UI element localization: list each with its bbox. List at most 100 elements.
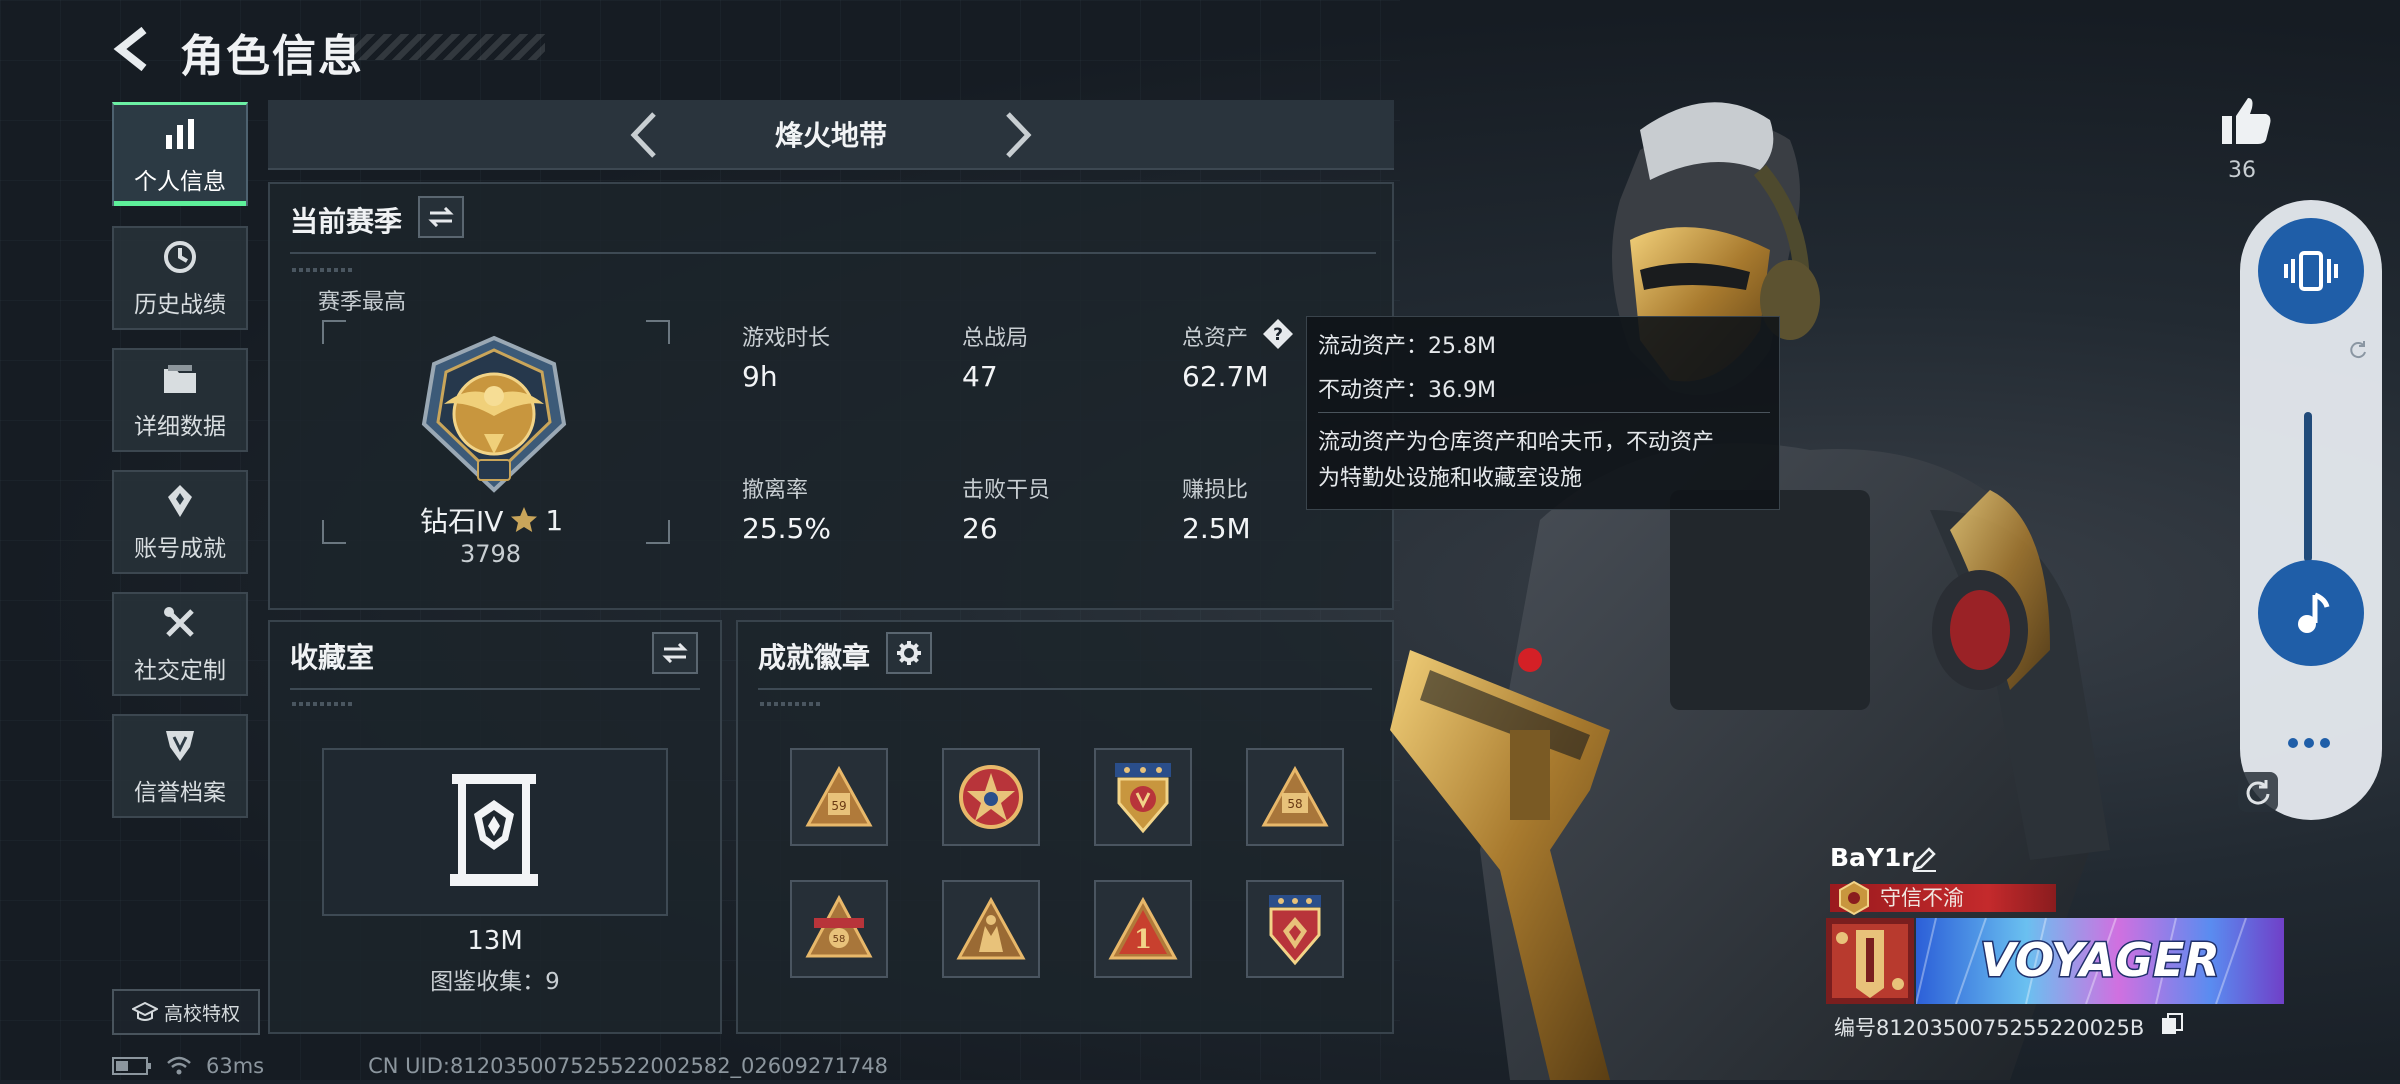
stat-label-total-matches: 总战局 [962, 326, 1029, 351]
dot [2288, 738, 2298, 748]
collection-divider [290, 688, 700, 690]
stat-value-extraction-rate: 25.5% [742, 512, 831, 545]
frame-corner [646, 520, 670, 544]
collection-catalog: 图鉴收集：9 [430, 969, 560, 995]
stat-label-extraction-rate: 撤离率 [742, 478, 809, 503]
triangle-badge-icon: 58 [805, 894, 873, 958]
svg-text:59: 59 [831, 799, 846, 813]
player-uid: CN UID:812035007525522002582_02609271748 [368, 1054, 889, 1078]
nav-personal-info[interactable]: 个人信息 [112, 102, 248, 206]
player-avatar-frame [1826, 918, 1914, 1004]
stat-value-operators-defeated: 26 [962, 512, 998, 545]
svg-text:?: ? [1273, 325, 1283, 345]
rank-score: 3798 [460, 540, 522, 568]
tooltip-fixed-assets: 不动资产：36.9M [1318, 378, 1496, 403]
back-arrow-icon [113, 26, 147, 72]
player-id: 编号8120350075255220025B [1834, 1016, 2145, 1040]
collection-title: 收藏室 [290, 641, 375, 674]
nav-detailed-data[interactable]: 详细数据 [112, 348, 248, 452]
decor-dash [760, 702, 820, 706]
battery-icon [112, 1057, 151, 1075]
triangle-badge-icon: 59 [805, 765, 873, 827]
badge-tile[interactable] [942, 880, 1040, 978]
vibrate-icon [2284, 251, 2338, 291]
rank-emblem [414, 334, 574, 494]
volume-slider-track[interactable] [2304, 412, 2312, 562]
achievement-icon [160, 481, 200, 521]
tooltip-description-line2: 为特勤处设施和收藏室设施 [1318, 466, 1583, 491]
nav-label: 账号成就 [134, 536, 226, 562]
page-title: 角色信息 [180, 31, 364, 82]
corner-refresh-icon [2348, 340, 2368, 360]
frame-corner [322, 320, 346, 344]
honor-title: 守信不渝 [1880, 886, 1964, 910]
back-button[interactable] [108, 24, 158, 74]
stat-value-playtime: 9h [742, 360, 778, 393]
badge-tile[interactable] [1094, 748, 1192, 846]
badge-tile[interactable]: 58 [790, 880, 888, 978]
vibrate-button[interactable] [2258, 218, 2364, 324]
bar-chart-icon [160, 114, 200, 154]
svg-text:58: 58 [1287, 797, 1302, 811]
badge-tile[interactable] [942, 748, 1040, 846]
copy-icon [2162, 1013, 2183, 1034]
decor-dash [292, 268, 352, 272]
music-button[interactable] [2258, 560, 2364, 666]
mode-name: 烽火地带 [774, 119, 887, 152]
stat-label-profit-ratio: 赚损比 [1182, 478, 1249, 503]
like-button[interactable] [2220, 96, 2272, 146]
mode-prev-button[interactable] [624, 110, 664, 160]
rotate-icon [2246, 780, 2270, 805]
badge-tile[interactable]: 58 [1246, 748, 1344, 846]
badge-tile[interactable]: 1 [1094, 880, 1192, 978]
honor-emblem-icon [1836, 880, 1872, 916]
title-decoration [350, 34, 545, 60]
chevron-left-icon [630, 112, 656, 158]
wifi-icon [167, 1056, 191, 1075]
nav-label: 信誉档案 [134, 780, 226, 806]
dot [2304, 738, 2314, 748]
help-icon[interactable]: ? [1262, 318, 1294, 350]
stat-label-total-assets: 总资产 [1182, 326, 1249, 351]
nav-label: 历史战绩 [134, 292, 226, 318]
nav-history[interactable]: 历史战绩 [112, 226, 248, 330]
player-name: BaY1r [1830, 843, 1914, 872]
badge-tile[interactable]: 59 [790, 748, 888, 846]
nav-social-custom[interactable]: 社交定制 [112, 592, 248, 696]
tools-icon [160, 603, 200, 643]
rank-name: 钻石IV [420, 505, 504, 538]
collection-switch-button[interactable] [652, 632, 698, 674]
collection-value: 13M [467, 926, 523, 956]
season-switch-button[interactable] [418, 196, 464, 238]
stat-label-operators-defeated: 击败干员 [962, 478, 1051, 503]
more-options-button[interactable] [2288, 738, 2336, 752]
edit-name-button[interactable] [1910, 845, 1938, 873]
badges-settings-button[interactable] [886, 632, 932, 674]
status-bar: 63ms CN UID:812035007525522002582_026092… [112, 1054, 888, 1078]
stat-value-profit-ratio: 2.5M [1182, 512, 1251, 545]
badge-tile[interactable] [1246, 880, 1344, 978]
nav-credit-record[interactable]: 信誉档案 [112, 714, 248, 818]
copy-id-button[interactable] [2160, 1012, 2184, 1036]
frame-corner [646, 320, 670, 344]
campus-privilege-button[interactable]: 高校特权 [112, 989, 260, 1035]
triangle-badge-icon: 58 [1261, 765, 1329, 827]
swap-icon [428, 207, 454, 227]
season-best-label: 赛季最高 [318, 290, 407, 315]
like-count: 36 [2228, 158, 2256, 183]
frame-corner [322, 520, 346, 544]
music-note-icon [2298, 592, 2330, 633]
season-title: 当前赛季 [290, 205, 403, 238]
triangle-badge-icon: 1 [1108, 896, 1178, 960]
tooltip-liquid-assets: 流动资产：25.8M [1318, 334, 1496, 359]
mode-next-button[interactable] [998, 110, 1038, 160]
nav-achievements[interactable]: 账号成就 [112, 470, 248, 574]
rotate-button[interactable] [2238, 772, 2278, 812]
tooltip-description-line1: 流动资产为仓库资产和哈夫币，不动资产 [1318, 430, 1715, 455]
dot [2320, 738, 2330, 748]
rank-line: 钻石IV 1 [420, 500, 563, 540]
stat-label-playtime: 游戏时长 [742, 326, 831, 351]
shield-badge-icon [1115, 763, 1171, 834]
nav-label: 社交定制 [134, 658, 226, 684]
rank-stars: 1 [545, 503, 564, 537]
